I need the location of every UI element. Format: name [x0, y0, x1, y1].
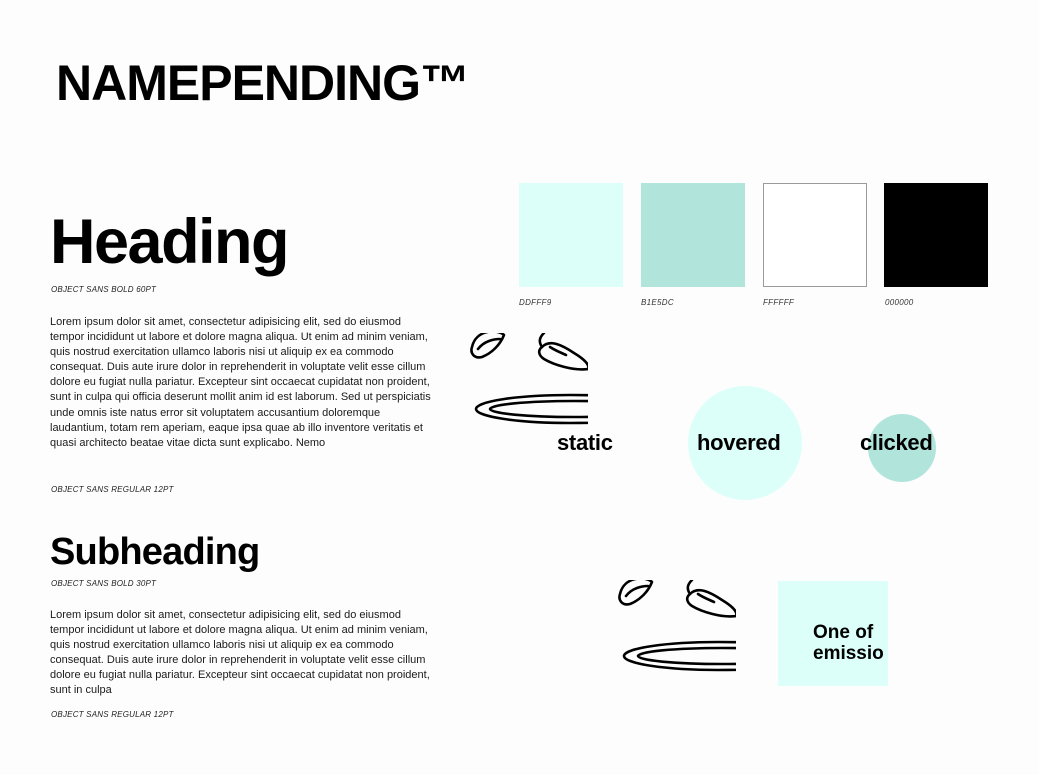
- state-static-label[interactable]: static: [557, 432, 613, 454]
- subheading-specimen: Subheading: [50, 531, 260, 573]
- color-hex-label: 000000: [885, 298, 914, 307]
- subheading-caption: OBJECT SANS BOLD 30PT: [51, 579, 157, 588]
- card-sample: One of emissio: [778, 581, 888, 686]
- color-hex-label: B1E5DC: [641, 298, 674, 307]
- color-swatch-mint: [519, 183, 623, 287]
- color-hex-label: FFFFFF: [763, 298, 795, 307]
- brand-title: NAMEPENDING™: [56, 55, 470, 111]
- card-text-line-2: emissio: [813, 643, 884, 664]
- heading-caption: OBJECT SANS BOLD 60PT: [51, 285, 157, 294]
- body-paragraph-1: Lorem ipsum dolor sit amet, consectetur …: [50, 316, 431, 449]
- color-swatch-black: [884, 183, 988, 287]
- color-hex-label: DDFFF9: [519, 298, 552, 307]
- color-swatch-white: [763, 183, 867, 287]
- heading-specimen: Heading: [50, 207, 290, 277]
- state-hovered-label[interactable]: hovered: [697, 432, 781, 454]
- color-swatch-teal: [641, 183, 745, 287]
- chili-pepper-plate-icon: [470, 333, 588, 433]
- state-clicked-label[interactable]: clicked: [860, 432, 933, 454]
- body-caption-2: OBJECT SANS REGULAR 12PT: [51, 710, 174, 719]
- card-text-line-1: One of: [813, 622, 874, 643]
- chili-pepper-plate-icon: [618, 580, 736, 680]
- body-paragraph-2: Lorem ipsum dolor sit amet, consectetur …: [50, 609, 430, 697]
- body-caption-1: OBJECT SANS REGULAR 12PT: [51, 485, 174, 494]
